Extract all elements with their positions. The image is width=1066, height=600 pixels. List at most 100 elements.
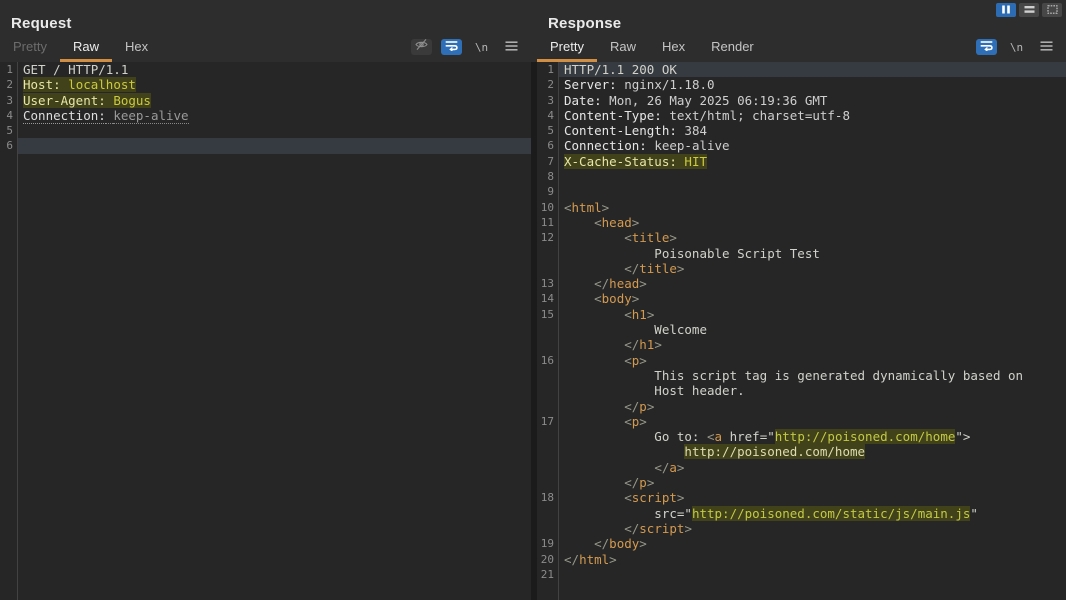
- code-line[interactable]: Poisonable Script Test: [537, 246, 1066, 261]
- line-number: 8: [537, 169, 559, 184]
- layout-side-by-side-button[interactable]: [996, 3, 1016, 17]
- code-line[interactable]: 2Server: nginx/1.18.0: [537, 77, 1066, 92]
- request-panel-header: Request PrettyRawHex\n: [0, 0, 531, 62]
- line-number: [537, 246, 559, 261]
- request-tab-pretty[interactable]: Pretty: [0, 35, 60, 62]
- word-wrap-icon[interactable]: [976, 39, 997, 55]
- line-number: 9: [537, 184, 559, 199]
- code-line[interactable]: </p>: [537, 399, 1066, 414]
- line-number: [537, 460, 559, 475]
- code-line-text: Server: nginx/1.18.0: [559, 77, 1066, 92]
- code-line[interactable]: http://poisoned.com/home: [537, 444, 1066, 459]
- code-line[interactable]: 10<html>: [537, 200, 1066, 215]
- code-line-text: <title>: [559, 230, 1066, 245]
- code-line-text: Host: localhost: [18, 77, 531, 92]
- line-number: 2: [537, 77, 559, 92]
- code-line-text: HTTP/1.1 200 OK: [559, 62, 1066, 77]
- code-line[interactable]: 5: [0, 123, 531, 138]
- response-tab-pretty[interactable]: Pretty: [537, 35, 597, 62]
- response-tab-hex[interactable]: Hex: [649, 35, 698, 62]
- code-line[interactable]: 8: [537, 169, 1066, 184]
- code-line[interactable]: 16 <p>: [537, 353, 1066, 368]
- code-line[interactable]: </p>: [537, 475, 1066, 490]
- code-line[interactable]: 19 </body>: [537, 536, 1066, 551]
- code-line-text: </head>: [559, 276, 1066, 291]
- code-line-text: [559, 184, 1066, 199]
- code-line[interactable]: 15 <h1>: [537, 307, 1066, 322]
- code-line-text: Connection: keep-alive: [559, 138, 1066, 153]
- code-line[interactable]: 12 <title>: [537, 230, 1066, 245]
- code-line-text: Host header.: [559, 383, 1066, 398]
- response-tab-render[interactable]: Render: [698, 35, 767, 62]
- code-line[interactable]: src="http://poisoned.com/static/js/main.…: [537, 506, 1066, 521]
- line-number: 10: [537, 200, 559, 215]
- request-tab-raw[interactable]: Raw: [60, 35, 112, 62]
- code-line-text: User-Agent: Bogus: [18, 93, 531, 108]
- code-line[interactable]: 21: [537, 567, 1066, 582]
- menu-icon[interactable]: [1036, 39, 1057, 55]
- line-number: 5: [0, 123, 18, 138]
- code-line[interactable]: </title>: [537, 261, 1066, 276]
- code-line-text: <script>: [559, 490, 1066, 505]
- layout-stacked-button[interactable]: [1019, 3, 1039, 17]
- code-line-text: Date: Mon, 26 May 2025 06:19:36 GMT: [559, 93, 1066, 108]
- code-line[interactable]: 20</html>: [537, 552, 1066, 567]
- request-editor[interactable]: 1GET / HTTP/1.12Host: localhost3User-Age…: [0, 62, 531, 600]
- code-line[interactable]: 5Content-Length: 384: [537, 123, 1066, 138]
- code-line[interactable]: </script>: [537, 521, 1066, 536]
- code-line-text: </body>: [559, 536, 1066, 551]
- menu-icon[interactable]: [501, 39, 522, 55]
- message-editor-workspace: Request PrettyRawHex\n 1GET / HTTP/1.12H…: [0, 0, 1066, 600]
- code-line-text: [18, 123, 531, 138]
- code-line-text: </p>: [559, 475, 1066, 490]
- word-wrap-icon[interactable]: [441, 39, 462, 55]
- code-line[interactable]: 2Host: localhost: [0, 77, 531, 92]
- line-number: 21: [537, 567, 559, 582]
- code-line[interactable]: 4Content-Type: text/html; charset=utf-8: [537, 108, 1066, 123]
- code-line-text: </p>: [559, 399, 1066, 414]
- layout-detached-button[interactable]: [1042, 3, 1062, 17]
- newline-chars-icon[interactable]: \n: [1006, 39, 1027, 55]
- response-editor[interactable]: 1HTTP/1.1 200 OK2Server: nginx/1.18.03Da…: [537, 62, 1066, 600]
- code-line[interactable]: 11 <head>: [537, 215, 1066, 230]
- code-line[interactable]: 1GET / HTTP/1.1: [0, 62, 531, 77]
- code-line[interactable]: 13 </head>: [537, 276, 1066, 291]
- stacked-bars-icon: [1024, 1, 1035, 19]
- code-line[interactable]: 1HTTP/1.1 200 OK: [537, 62, 1066, 77]
- code-line-text: </script>: [559, 521, 1066, 536]
- code-line-text: [559, 169, 1066, 184]
- code-line[interactable]: 6Connection: keep-alive: [537, 138, 1066, 153]
- request-tabs-row: PrettyRawHex \n: [0, 35, 531, 62]
- code-line[interactable]: 17 <p>: [537, 414, 1066, 429]
- code-line-text: <p>: [559, 414, 1066, 429]
- line-number: 16: [537, 353, 559, 368]
- line-number: 4: [0, 108, 18, 123]
- code-line[interactable]: 3User-Agent: Bogus: [0, 93, 531, 108]
- line-number: 3: [0, 93, 18, 108]
- newline-chars-icon-glyph: \n: [1010, 41, 1023, 54]
- line-number: 2: [0, 77, 18, 92]
- code-line-text: Poisonable Script Test: [559, 246, 1066, 261]
- code-line[interactable]: 3Date: Mon, 26 May 2025 06:19:36 GMT: [537, 93, 1066, 108]
- code-line[interactable]: 4Connection: keep-alive: [0, 108, 531, 123]
- code-line[interactable]: This script tag is generated dynamically…: [537, 368, 1066, 383]
- code-line[interactable]: </a>: [537, 460, 1066, 475]
- code-line[interactable]: 7X-Cache-Status: HIT: [537, 154, 1066, 169]
- code-line[interactable]: Go to: <a href="http://poisoned.com/home…: [537, 429, 1066, 444]
- code-line[interactable]: Welcome: [537, 322, 1066, 337]
- response-tab-raw[interactable]: Raw: [597, 35, 649, 62]
- code-line[interactable]: 9: [537, 184, 1066, 199]
- code-line-text: </h1>: [559, 337, 1066, 352]
- newline-chars-icon[interactable]: \n: [471, 39, 492, 55]
- visibility-off-icon[interactable]: [411, 39, 432, 55]
- pause-bars-icon: [1001, 1, 1011, 19]
- line-number: 18: [537, 490, 559, 505]
- code-line-text: </title>: [559, 261, 1066, 276]
- code-line[interactable]: 6: [0, 138, 531, 153]
- code-line[interactable]: 14 <body>: [537, 291, 1066, 306]
- code-line[interactable]: Host header.: [537, 383, 1066, 398]
- code-line[interactable]: </h1>: [537, 337, 1066, 352]
- line-number: [537, 261, 559, 276]
- code-line[interactable]: 18 <script>: [537, 490, 1066, 505]
- request-tab-hex[interactable]: Hex: [112, 35, 161, 62]
